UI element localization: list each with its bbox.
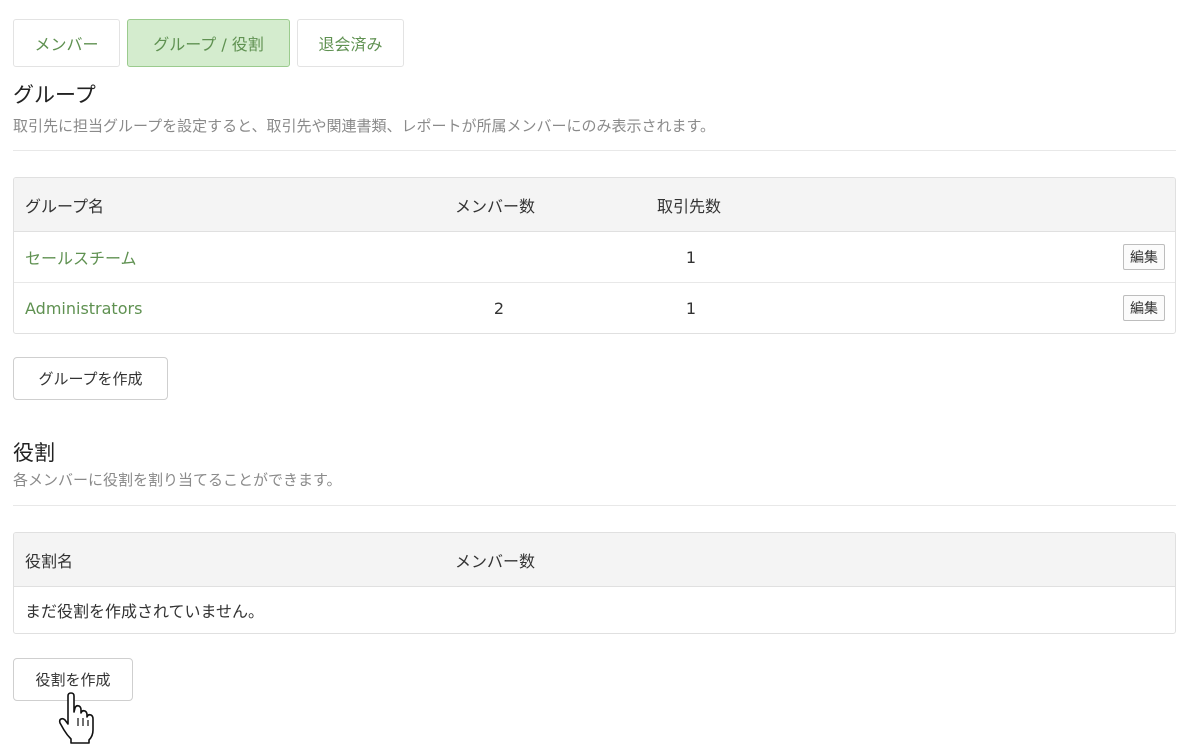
- tab-groups-roles[interactable]: グループ / 役割: [127, 19, 290, 67]
- roles-empty-message: まだ役割を作成されていません。: [25, 602, 265, 621]
- group-client-count: 1: [685, 298, 697, 318]
- group-name-link[interactable]: Administrators: [25, 283, 142, 333]
- hand-pointer-icon: [58, 692, 94, 744]
- column-client-count: 取引先数: [657, 196, 722, 216]
- column-group-name: グループ名: [25, 196, 105, 216]
- create-group-button[interactable]: グループを作成: [13, 357, 168, 400]
- column-role-member-count: メンバー数: [455, 551, 536, 571]
- roles-description: 各メンバーに役割を割り当てることができます。: [13, 471, 342, 489]
- edit-button[interactable]: 編集: [1123, 244, 1165, 270]
- roles-title: 役割: [13, 441, 55, 465]
- groups-divider: [13, 150, 1176, 151]
- table-row-empty: まだ役割を作成されていません。: [14, 587, 1175, 633]
- groups-table-header: グループ名 メンバー数 取引先数: [14, 178, 1175, 232]
- tab-members[interactable]: メンバー: [13, 19, 120, 67]
- table-row: セールスチーム 1 編集: [14, 232, 1175, 283]
- roles-table-header: 役割名 メンバー数: [14, 533, 1175, 587]
- roles-divider: [13, 505, 1176, 506]
- group-client-count: 1: [685, 247, 697, 267]
- groups-table: グループ名 メンバー数 取引先数 セールスチーム 1 編集 Administra…: [13, 177, 1176, 334]
- group-member-count: [455, 232, 543, 282]
- groups-title: グループ: [13, 83, 96, 107]
- group-member-count: 2: [493, 298, 505, 318]
- roles-table: 役割名 メンバー数 まだ役割を作成されていません。: [13, 532, 1176, 634]
- edit-button[interactable]: 編集: [1123, 295, 1165, 321]
- tab-withdrawn[interactable]: 退会済み: [297, 19, 404, 67]
- group-name-link[interactable]: セールスチーム: [25, 232, 137, 282]
- groups-description: 取引先に担当グループを設定すると、取引先や関連書類、レポートが所属メンバーにのみ…: [13, 117, 716, 135]
- tab-bar: メンバー グループ / 役割 退会済み: [13, 19, 404, 67]
- column-member-count: メンバー数: [455, 196, 536, 216]
- column-role-name: 役割名: [25, 551, 74, 571]
- table-row: Administrators 2 1 編集: [14, 283, 1175, 333]
